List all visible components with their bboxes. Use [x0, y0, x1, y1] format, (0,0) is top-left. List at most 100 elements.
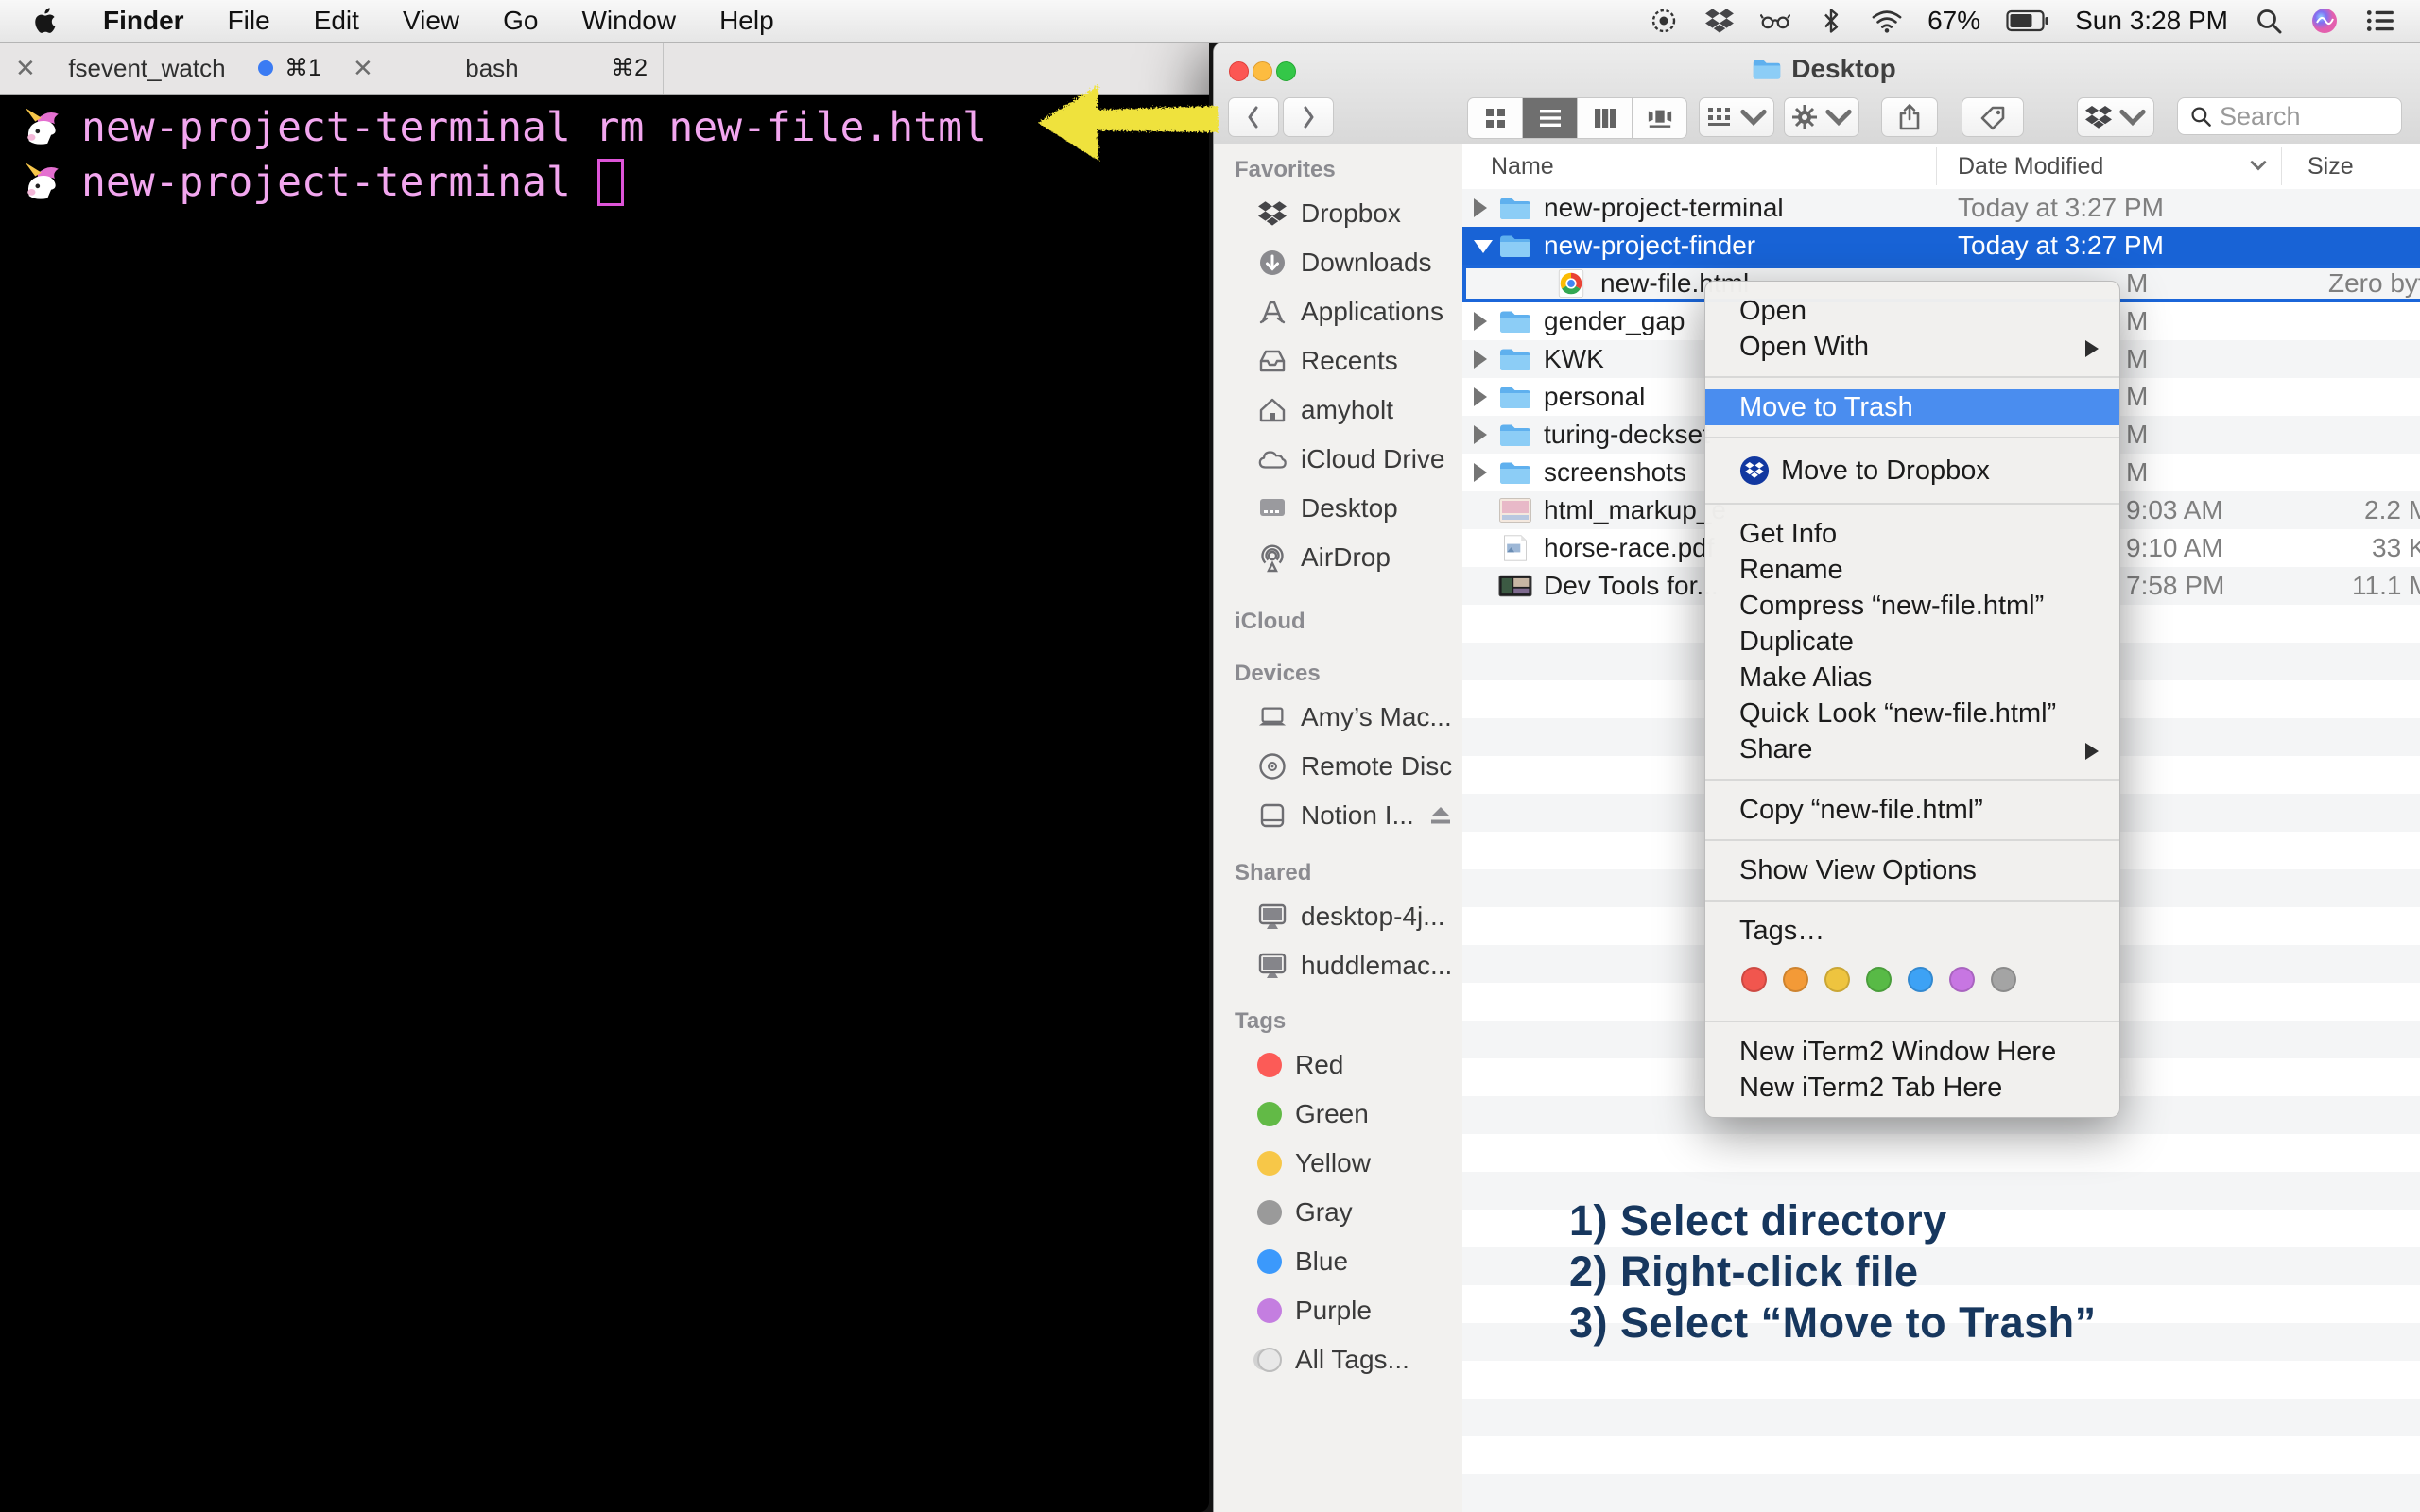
apple-logo[interactable] [32, 7, 57, 35]
menu-help[interactable]: Help [698, 0, 796, 42]
sidebar-item-purple[interactable]: Purple [1214, 1286, 1462, 1335]
sidebar-item-gray[interactable]: Gray [1214, 1188, 1462, 1237]
sidebar-item-green[interactable]: Green [1214, 1090, 1462, 1139]
view-switcher[interactable] [1467, 97, 1687, 139]
sidebar-item-label: Blue [1295, 1246, 1349, 1276]
sidebar-item-amy-s-mac-[interactable]: Amy’s Mac... [1214, 693, 1462, 742]
sidebar-item-huddlemac-[interactable]: huddlemac... [1214, 941, 1462, 990]
back-button[interactable] [1228, 97, 1279, 137]
sidebar-item-blue[interactable]: Blue [1214, 1237, 1462, 1286]
wifi-icon[interactable] [1872, 7, 1902, 35]
sidebar-item-all-tags-[interactable]: All Tags... [1214, 1335, 1462, 1384]
disclosure-triangle-icon[interactable] [1474, 350, 1487, 369]
menu-item-open-with[interactable]: Open With [1705, 329, 2119, 365]
menu-item-move-to-trash[interactable]: Move to Trash [1705, 389, 2119, 425]
sidebar-item-label: amyholt [1301, 395, 1394, 424]
forward-button[interactable] [1283, 97, 1334, 137]
tab-close-icon[interactable]: ✕ [353, 54, 373, 83]
disclosure-triangle-icon[interactable] [1474, 463, 1487, 482]
file-row-new-project-finder[interactable]: new-project-finder Today at 3:27 PM [1462, 227, 2420, 265]
record-icon[interactable] [1649, 7, 1679, 35]
sidebar-item-amyholt[interactable]: amyholt [1214, 386, 1462, 435]
date-modified-fragment: M [2126, 457, 2149, 487]
date-modified-fragment: M [2126, 382, 2149, 411]
bluetooth-icon[interactable] [1816, 7, 1846, 35]
sidebar-item-desktop[interactable]: Desktop [1214, 484, 1462, 533]
sidebar-item-applications[interactable]: Applications [1214, 287, 1462, 336]
sidebar-item-notion-i-[interactable]: Notion I... [1214, 791, 1462, 840]
tab-shortcut: ⌘2 [611, 55, 648, 81]
column-view-button[interactable] [1578, 98, 1633, 138]
siri-icon[interactable] [2309, 7, 2340, 35]
sidebar-item-label: Recents [1301, 346, 1398, 375]
sidebar-item-dropbox[interactable]: Dropbox [1214, 189, 1462, 238]
column-size[interactable]: Size [2308, 153, 2354, 180]
menu-item-open[interactable]: Open [1705, 293, 2119, 329]
tag-color-dot[interactable] [1908, 966, 1933, 992]
menu-window[interactable]: Window [560, 0, 698, 42]
eject-icon[interactable] [1429, 804, 1452, 827]
dropbox-toolbar-button[interactable] [2077, 97, 2154, 137]
disclosure-triangle-icon[interactable] [1474, 198, 1487, 217]
sidebar-item-remote-disc[interactable]: Remote Disc [1214, 742, 1462, 791]
tag-color-dot[interactable] [1783, 966, 1808, 992]
column-name[interactable]: Name [1491, 153, 1554, 180]
tag-color-dot[interactable] [1866, 966, 1892, 992]
sidebar-item-airdrop[interactable]: AirDrop [1214, 533, 1462, 582]
sidebar-item-yellow[interactable]: Yellow [1214, 1139, 1462, 1188]
grid-view-button[interactable] [1468, 98, 1523, 138]
disclosure-triangle-icon[interactable] [1474, 312, 1487, 331]
menu-item-copy-new-file-html-[interactable]: Copy “new-file.html” [1705, 792, 2119, 828]
menu-item-quick-look-new-file-html-[interactable]: Quick Look “new-file.html” [1705, 696, 2119, 731]
spotlight-icon[interactable] [2254, 7, 2284, 35]
notification-center-icon[interactable] [2365, 7, 2395, 35]
glasses-icon[interactable] [1760, 7, 1791, 35]
menu-item-tags-[interactable]: Tags… [1705, 913, 2119, 949]
disclosure-triangle-icon[interactable] [1474, 425, 1487, 444]
terminal-tab-fsevent_watch[interactable]: ✕ fsevent_watch ⌘1 [0, 42, 337, 94]
tag-color-dot[interactable] [1949, 966, 1975, 992]
sidebar-item-icloud-drive[interactable]: iCloud Drive [1214, 435, 1462, 484]
file-row-new-project-terminal[interactable]: new-project-terminal Today at 3:27 PM [1462, 189, 2420, 227]
menu-bar-clock[interactable]: Sun 3:28 PM [2075, 6, 2228, 36]
sidebar-item-red[interactable]: Red [1214, 1040, 1462, 1090]
dropbox-icon[interactable] [1704, 7, 1735, 35]
menu-finder[interactable]: Finder [81, 0, 206, 42]
menu-item-show-view-options[interactable]: Show View Options [1705, 852, 2119, 888]
tag-color-dot[interactable] [1991, 966, 2016, 992]
menu-edit[interactable]: Edit [292, 0, 381, 42]
menu-go[interactable]: Go [481, 0, 560, 42]
tags-button[interactable] [1962, 97, 2024, 137]
group-by-button[interactable] [1699, 97, 1774, 137]
action-gear-button[interactable] [1784, 97, 1859, 137]
menu-item-make-alias[interactable]: Make Alias [1705, 660, 2119, 696]
menu-item-new-iterm2-tab-here[interactable]: New iTerm2 Tab Here [1705, 1070, 2119, 1106]
menu-item-rename[interactable]: Rename [1705, 552, 2119, 588]
menu-item-duplicate[interactable]: Duplicate [1705, 624, 2119, 660]
menu-file[interactable]: File [206, 0, 292, 42]
menu-item-move-to-dropbox[interactable]: Move to Dropbox [1705, 450, 2119, 491]
tab-close-icon[interactable]: ✕ [15, 54, 36, 83]
sidebar-item-recents[interactable]: Recents [1214, 336, 1462, 386]
tab-title: fsevent_watch [68, 53, 226, 82]
list-view-button[interactable] [1523, 98, 1578, 138]
disclosure-triangle-icon[interactable] [1474, 387, 1487, 406]
terminal-tab-bash[interactable]: ✕ bash ⌘2 [337, 42, 664, 94]
tag-color-dot[interactable] [1741, 966, 1767, 992]
coverflow-view-button[interactable] [1633, 98, 1686, 138]
menu-item-new-iterm2-window-here[interactable]: New iTerm2 Window Here [1705, 1034, 2119, 1070]
disclosure-triangle-icon[interactable] [1474, 240, 1493, 253]
sidebar-item-downloads[interactable]: Downloads [1214, 238, 1462, 287]
folder-icon [1752, 57, 1782, 81]
column-date-modified[interactable]: Date Modified [1958, 153, 2103, 180]
search-field[interactable]: Search [2177, 97, 2402, 135]
menu-item-get-info[interactable]: Get Info [1705, 516, 2119, 552]
menu-view[interactable]: View [381, 0, 481, 42]
share-button[interactable] [1881, 97, 1938, 137]
tag-color-dot[interactable] [1824, 966, 1850, 992]
sidebar-item-desktop-4j-[interactable]: desktop-4j... [1214, 892, 1462, 941]
tag-color-dot [1257, 1200, 1282, 1225]
sidebar-item-label: iCloud Drive [1301, 444, 1445, 473]
menu-item-compress-new-file-html-[interactable]: Compress “new-file.html” [1705, 588, 2119, 624]
menu-item-share[interactable]: Share [1705, 731, 2119, 767]
